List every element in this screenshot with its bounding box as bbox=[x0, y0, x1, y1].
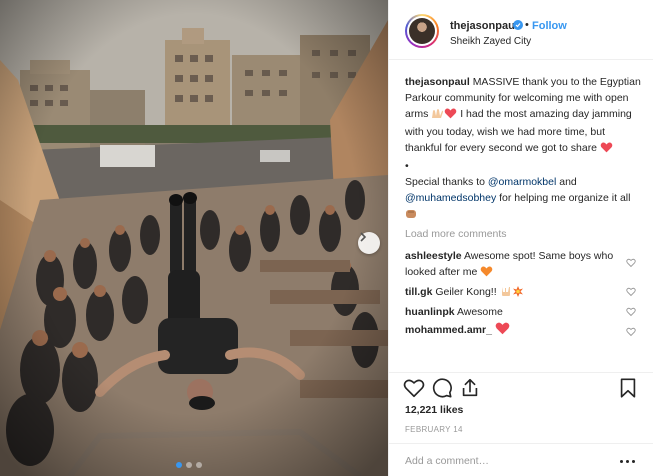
comment-username[interactable]: till.gk bbox=[405, 286, 432, 298]
post-caption: thejasonpaul MASSIVE thank you to the Eg… bbox=[405, 74, 642, 224]
comment-item: mohammed.amr_ bbox=[405, 322, 620, 340]
bookmark-icon[interactable] bbox=[617, 377, 639, 399]
like-comment-heart-icon[interactable] bbox=[626, 327, 636, 337]
hand-horns-emoji-icon bbox=[500, 286, 512, 302]
comment-bubble-icon[interactable] bbox=[431, 377, 453, 399]
mention-link[interactable]: @muhamedsobhey bbox=[405, 192, 496, 204]
share-icon[interactable] bbox=[459, 377, 481, 399]
comment-username[interactable]: huanlinpk bbox=[405, 306, 455, 318]
header-username[interactable]: thejasonpaul bbox=[450, 20, 518, 32]
parkour-photo-illustration bbox=[0, 0, 388, 476]
location-link[interactable]: Sheikh Zayed City bbox=[450, 36, 531, 47]
orange-heart-emoji-icon bbox=[480, 266, 493, 282]
carousel-dot bbox=[186, 462, 192, 468]
chevron-right-icon bbox=[360, 232, 367, 242]
heart-emoji-icon bbox=[600, 142, 613, 158]
post-details-panel: thejasonpaul • Follow Sheikh Zayed City … bbox=[388, 0, 653, 476]
raised-hands-emoji-icon bbox=[431, 108, 444, 124]
collision-emoji-icon bbox=[512, 286, 524, 302]
caption-username[interactable]: thejasonpaul bbox=[405, 76, 470, 88]
header-separator: • bbox=[525, 19, 529, 31]
fist-emoji-icon bbox=[405, 208, 417, 224]
avatar[interactable] bbox=[405, 14, 439, 48]
heart-emoji-icon bbox=[444, 108, 457, 124]
comment-item: ashleestyle Awesome spot! Same boys who … bbox=[405, 248, 620, 282]
mention-link[interactable]: @omarmokbel bbox=[488, 176, 556, 188]
caption-bullet: • bbox=[405, 160, 409, 172]
carousel-indicator bbox=[176, 462, 202, 468]
comment-username[interactable]: mohammed.amr_ bbox=[405, 324, 492, 336]
load-more-comments-button[interactable]: Load more comments bbox=[405, 228, 507, 240]
heart-emoji-icon bbox=[495, 322, 510, 340]
like-comment-heart-icon[interactable] bbox=[626, 258, 636, 268]
comment-item: huanlinpk Awesome bbox=[405, 304, 620, 320]
caption-text: for helping me organize it all bbox=[499, 192, 631, 204]
post-header: thejasonpaul • Follow Sheikh Zayed City bbox=[389, 0, 653, 60]
caption-text: Special thanks to bbox=[405, 176, 485, 188]
like-heart-icon[interactable] bbox=[403, 377, 425, 399]
post-photo[interactable] bbox=[0, 0, 388, 476]
add-comment-input[interactable] bbox=[405, 455, 605, 467]
carousel-dot bbox=[196, 462, 202, 468]
comment-text: Geiler Kong!! bbox=[435, 286, 497, 298]
like-comment-heart-icon[interactable] bbox=[626, 307, 636, 317]
add-comment-bar bbox=[389, 443, 653, 476]
verified-badge-icon bbox=[513, 20, 523, 30]
comment-text: Awesome bbox=[456, 306, 503, 318]
carousel-next-button[interactable] bbox=[358, 232, 380, 254]
post-date: FEBRUARY 14 bbox=[405, 425, 463, 434]
follow-button[interactable]: Follow bbox=[532, 20, 567, 32]
likes-count[interactable]: 12,221 likes bbox=[405, 404, 463, 416]
comment-username[interactable]: ashleestyle bbox=[405, 250, 462, 262]
actions-divider bbox=[389, 372, 653, 373]
carousel-dot bbox=[176, 462, 182, 468]
caption-text: and bbox=[559, 176, 577, 188]
more-options-icon[interactable] bbox=[620, 460, 635, 463]
like-comment-heart-icon[interactable] bbox=[626, 287, 636, 297]
comment-item: till.gk Geiler Kong!! bbox=[405, 284, 620, 302]
